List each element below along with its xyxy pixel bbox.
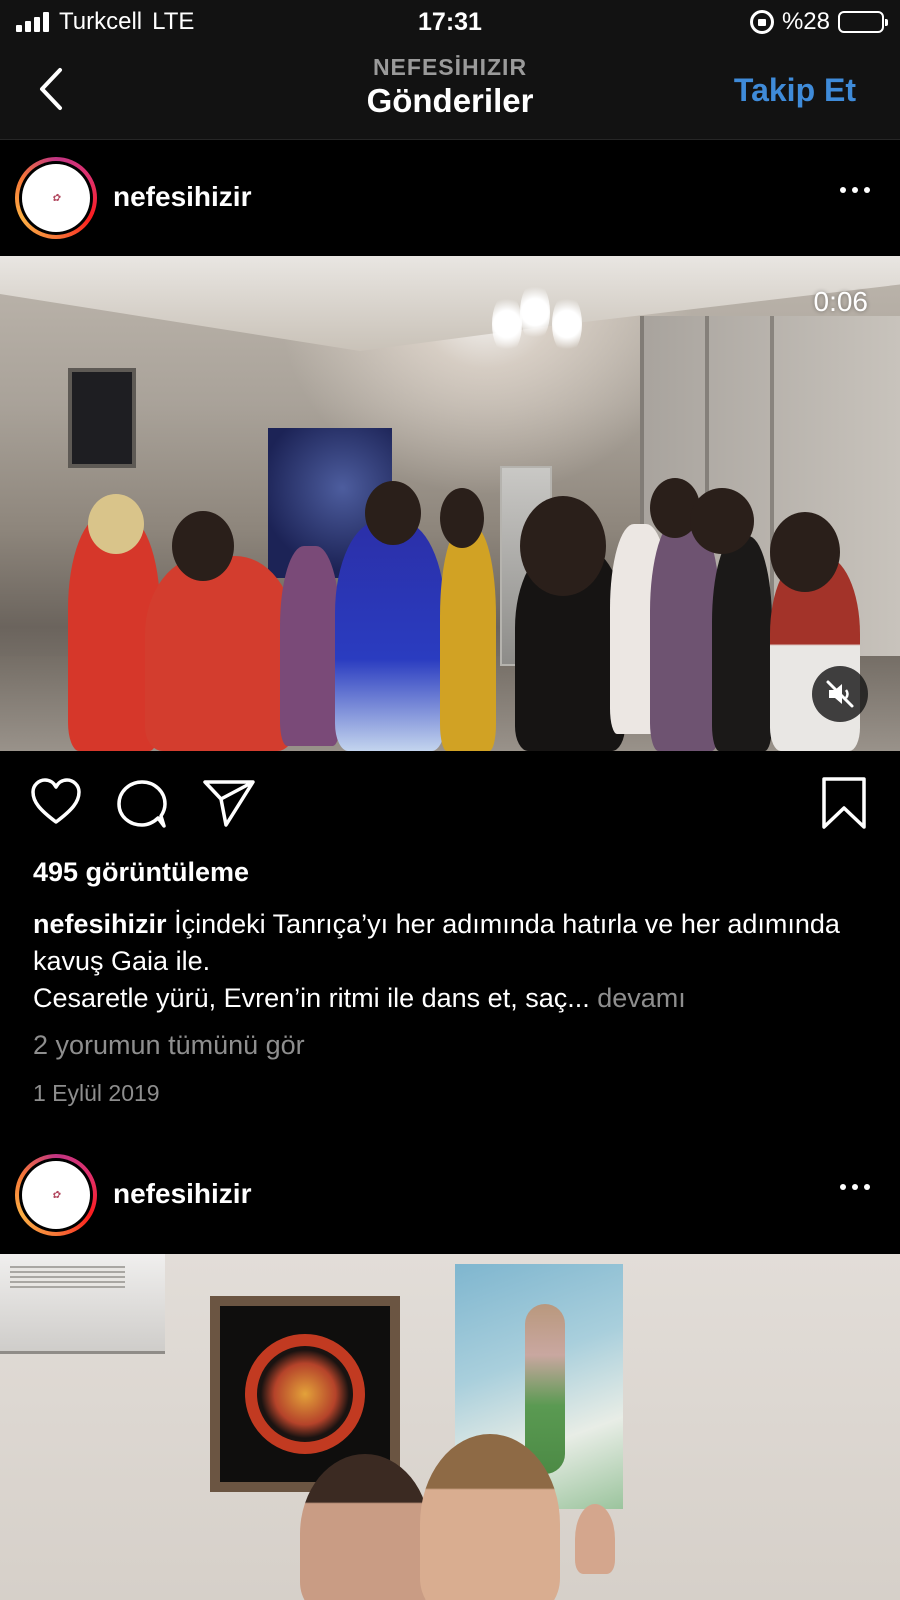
save-button[interactable] — [820, 776, 868, 835]
comment-button[interactable] — [116, 778, 168, 835]
bookmark-icon — [822, 777, 866, 829]
battery-percent: %28 — [781, 8, 830, 35]
battery-icon — [838, 11, 888, 33]
more-dot — [864, 187, 870, 193]
mute-button[interactable] — [812, 666, 868, 722]
post-header: ✿ nefesihizir — [0, 143, 900, 253]
more-options-button[interactable] — [840, 187, 870, 193]
air-conditioner — [0, 1254, 165, 1354]
post-caption: nefesihizir İçindeki Tanrıça’yı her adım… — [33, 906, 863, 1017]
more-dot — [852, 187, 858, 193]
view-count[interactable]: 495 görüntüleme — [33, 857, 249, 888]
share-button[interactable] — [202, 778, 256, 833]
post-actions — [0, 770, 900, 840]
wall-picture — [68, 368, 136, 468]
like-button[interactable] — [30, 778, 82, 831]
more-options-button[interactable] — [840, 1184, 870, 1190]
person — [300, 1454, 430, 1600]
avatar-logo: ✿ — [22, 164, 90, 232]
more-link[interactable]: devamı — [597, 983, 686, 1013]
view-comments-link[interactable]: 2 yorumun tümünü gör — [33, 1030, 305, 1061]
post-username[interactable]: nefesihizir — [113, 1178, 251, 1210]
more-dot — [852, 1184, 858, 1190]
send-icon — [203, 780, 255, 827]
caption-line-2: Cesaretle yürü, Evren’in ritmi ile dans … — [33, 983, 590, 1013]
post-date: 1 Eylül 2019 — [33, 1080, 160, 1106]
nav-bar: NEFESİHIZIR Gönderiler Takip Et — [0, 46, 900, 140]
hand — [575, 1504, 615, 1574]
follow-button[interactable]: Takip Et — [734, 72, 856, 109]
heart-icon — [31, 778, 81, 824]
post-photo[interactable] — [0, 1254, 900, 1600]
chandelier — [492, 294, 522, 354]
status-bar: Turkcell LTE 17:31 %28 — [0, 0, 900, 46]
video-duration: 0:06 — [813, 286, 869, 317]
more-dot — [840, 187, 846, 193]
post-username[interactable]: nefesihizir — [113, 181, 251, 213]
person — [420, 1434, 560, 1600]
avatar[interactable]: ✿ — [15, 157, 97, 239]
status-right: %28 — [749, 8, 888, 36]
comment-icon — [117, 780, 167, 828]
post-video[interactable]: 0:06 — [0, 256, 900, 751]
post-header: ✿ nefesihizir — [0, 1140, 900, 1250]
avatar-logo: ✿ — [22, 1161, 90, 1229]
caption-username[interactable]: nefesihizir — [33, 909, 167, 939]
more-dot — [840, 1184, 846, 1190]
avatar[interactable]: ✿ — [15, 1154, 97, 1236]
more-dot — [864, 1184, 870, 1190]
rotation-lock-icon — [749, 10, 774, 34]
speaker-muted-icon — [826, 680, 854, 708]
